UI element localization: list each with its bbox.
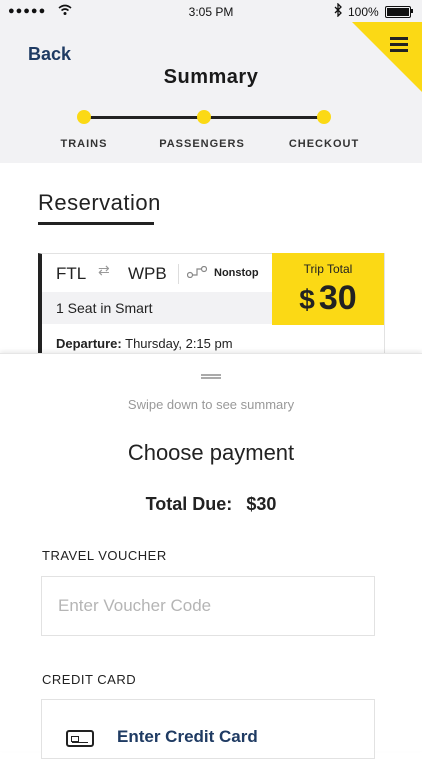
step-dot-passengers — [197, 110, 211, 124]
step-label-checkout: CHECKOUT — [288, 138, 360, 150]
divider — [178, 264, 179, 284]
enter-credit-card-label: Enter Credit Card — [117, 727, 258, 746]
back-button[interactable]: Back — [28, 44, 71, 65]
swipe-hint: Swipe down to see summary — [127, 397, 295, 412]
step-label-trains: TRAINS — [60, 138, 108, 150]
status-bar: ●●●●● 3:05 PM 100% — [0, 0, 422, 22]
origin-station: FTL — [56, 264, 87, 283]
bluetooth-icon — [334, 2, 343, 20]
drag-handle-icon[interactable] — [201, 374, 221, 379]
route-icon — [186, 265, 208, 281]
reservation-heading: Reservation — [38, 190, 161, 215]
departure-label: Departure: — [56, 336, 122, 351]
step-dot-checkout — [317, 110, 331, 124]
total-due: Total Due: $30 — [0, 494, 422, 515]
seat-row: 1 Seat in Smart — [42, 292, 272, 324]
travel-voucher-label: TRAVEL VOUCHER — [42, 548, 167, 563]
seat-info: 1 Seat in Smart — [56, 300, 153, 316]
trip-total-currency: $ — [299, 284, 315, 315]
trip-total-box: Trip Total $30 — [272, 253, 384, 325]
heading-underline — [38, 222, 154, 225]
hamburger-menu-icon[interactable] — [390, 37, 408, 55]
credit-card-label: CREDIT CARD — [42, 672, 137, 687]
total-due-label: Total Due: — [145, 494, 233, 514]
destination-station: WPB — [128, 264, 167, 283]
choose-payment-title: Choose payment — [127, 440, 295, 465]
header: Back Summary TRAINS PASSENGERS CHECKOUT — [0, 22, 422, 163]
departure-value: Thursday, 2:15 pm — [125, 336, 233, 351]
trip-total-label: Trip Total — [303, 262, 353, 276]
departure-info: Departure: Thursday, 2:15 pm — [56, 336, 233, 351]
credit-card-icon — [66, 730, 94, 747]
trip-total-amount: $30 — [272, 279, 384, 318]
trip-total-number: 30 — [318, 279, 357, 317]
battery-percentage: 100% — [348, 5, 379, 19]
payment-sheet[interactable]: Swipe down to see summary Choose payment… — [0, 353, 422, 759]
step-label-passengers: PASSENGERS — [159, 138, 245, 150]
enter-credit-card-button[interactable]: Enter Credit Card — [41, 699, 375, 759]
route-type: Nonstop — [214, 267, 259, 279]
voucher-code-input[interactable] — [41, 576, 375, 636]
swap-arrows-icon: ⇄ — [98, 262, 110, 278]
reservation-card: FTL ⇄ WPB Nonstop 1 Seat in Smart Depart… — [38, 253, 385, 355]
total-due-value: $30 — [246, 494, 277, 514]
battery-tip — [411, 9, 413, 13]
menu-corner[interactable] — [352, 22, 422, 92]
battery-icon — [385, 6, 411, 18]
step-dot-trains — [77, 110, 91, 124]
